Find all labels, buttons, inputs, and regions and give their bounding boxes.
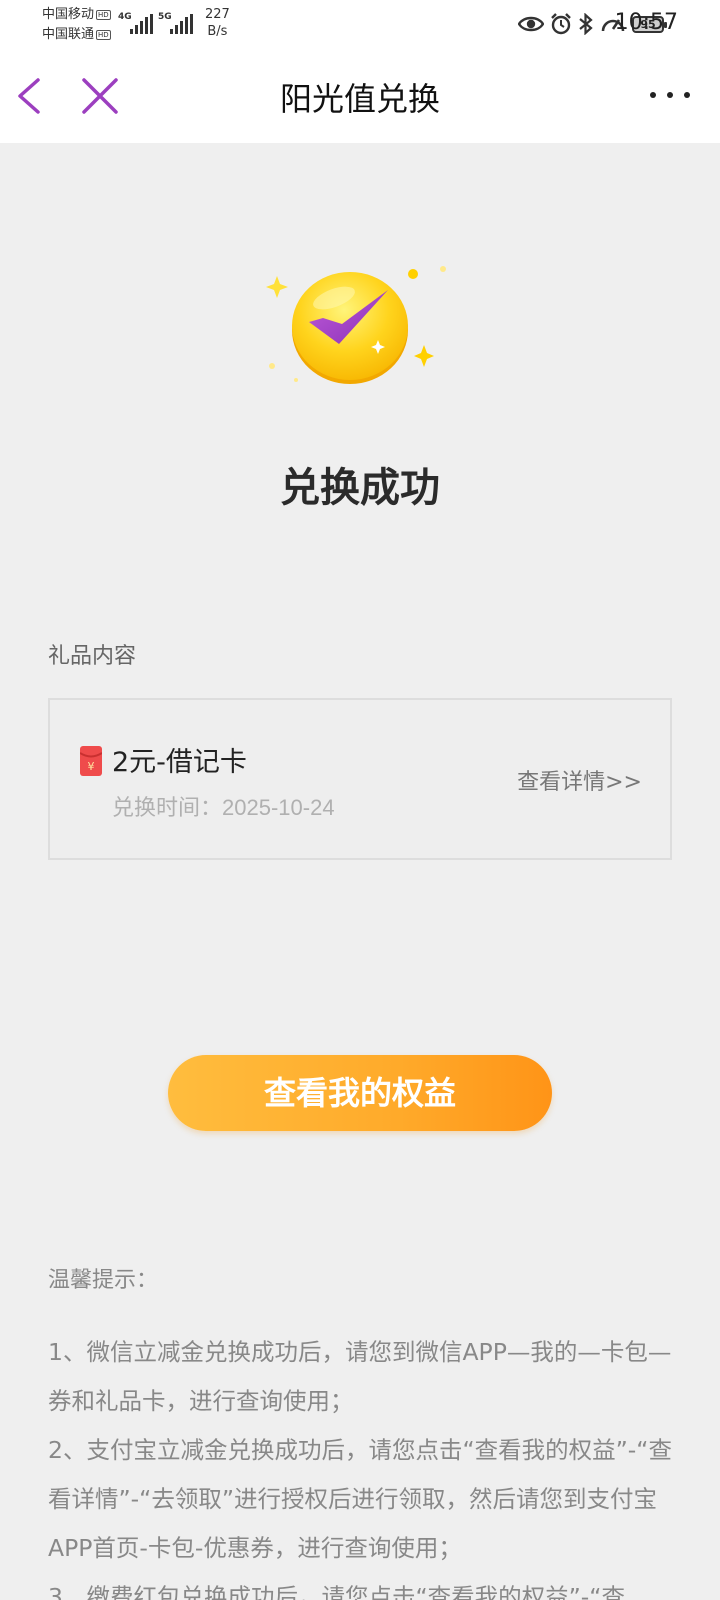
success-check-icon (266, 266, 446, 384)
gift-section-label: 礼品内容 (48, 644, 137, 669)
envelope-glyph: ¥ (88, 760, 95, 773)
signal-5g-icon: 5G (158, 12, 198, 34)
hd-badge: HD (96, 29, 111, 40)
view-details-link[interactable]: 查看详情>> (517, 764, 642, 796)
page: 中国移动 HD 中国联通 HD 4G 5G 227 B/s 95 10:57 阳… (0, 0, 720, 1600)
red-envelope-icon: ¥ (80, 746, 102, 776)
carrier-2: 中国联通 (42, 27, 95, 42)
gift-time-value: 2025-10-24 (222, 795, 335, 820)
alarm-icon (551, 13, 571, 35)
more-menu-button[interactable] (650, 80, 690, 110)
hd-badge: HD (96, 9, 111, 20)
net-speed-value: 227 (205, 7, 230, 22)
gift-card: ¥ 2元-借记卡 兑换时间：2025-10-24 查看详情>> (48, 698, 672, 860)
clock: 10:57 (614, 10, 678, 35)
view-my-benefits-button[interactable]: 查看我的权益 (168, 1055, 552, 1131)
gift-time: 兑换时间：2025-10-24 (112, 790, 335, 822)
dot (667, 92, 673, 98)
eye-icon (518, 16, 544, 32)
dot (684, 92, 690, 98)
bluetooth-icon (579, 13, 593, 35)
tips-list: 1、微信立减金兑换成功后，请您到微信APP—我的—卡包—券和礼品卡，进行查询使用… (48, 1328, 676, 1600)
page-title: 阳光值兑换 (279, 80, 440, 118)
tips-title: 温馨提示： (48, 1268, 159, 1293)
dot (650, 92, 656, 98)
net-speed-unit: B/s (207, 24, 228, 39)
tip-item: 2、支付宝立减金兑换成功后，请您点击“查看我的权益”-“查看详情”-“去领取”进… (48, 1436, 672, 1562)
carrier-1: 中国移动 (42, 7, 95, 22)
tip-item: 1、微信立减金兑换成功后，请您到微信APP—我的—卡包—券和礼品卡，进行查询使用… (48, 1338, 672, 1415)
carrier-info: 中国移动 HD 中国联通 HD (42, 5, 111, 45)
gift-time-label: 兑换时间： (112, 796, 223, 821)
status-bar: 中国移动 HD 中国联通 HD 4G 5G 227 B/s 95 10:57 (0, 0, 720, 50)
tip-item: 3、缴费红包兑换成功后，请您点击“查看我的权益”-“查 (48, 1583, 625, 1600)
success-title: 兑换成功 (280, 465, 440, 511)
signal-4g-icon: 4G (118, 12, 158, 34)
gift-name: 2元-借记卡 (112, 747, 247, 778)
net-speed: 227 B/s (205, 6, 230, 40)
nav-bar: 阳光值兑换 (0, 50, 720, 143)
